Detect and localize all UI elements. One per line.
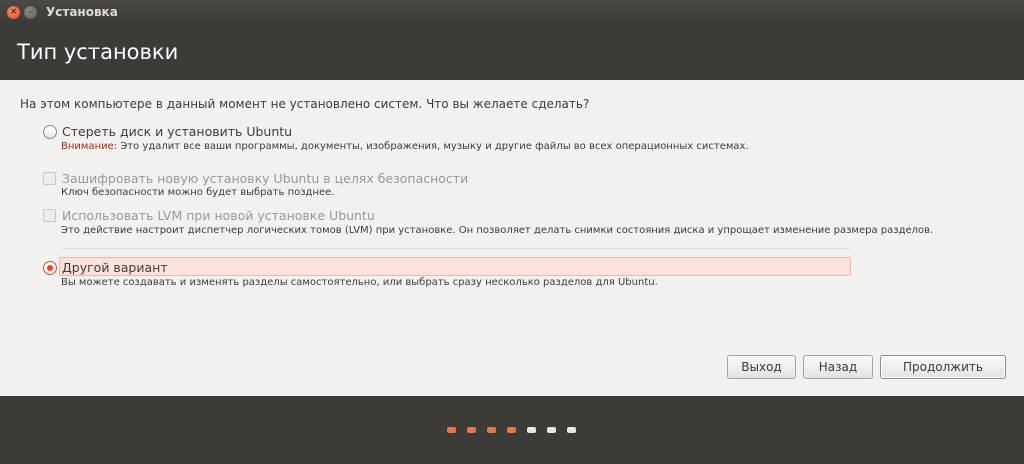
progress-dot	[547, 427, 556, 433]
lvm-label: Использовать LVM при новой установке Ubu…	[62, 208, 375, 223]
window-title: Установка	[46, 5, 118, 19]
erase-disk-description: Внимание: Это удалит все ваши программы,…	[61, 141, 749, 152]
something-else-description: Вы можете создавать и изменять разделы с…	[61, 277, 658, 288]
progress-dot	[507, 427, 516, 433]
progress-dot	[467, 427, 476, 433]
window-titlebar: × – Установка	[0, 0, 1024, 25]
warning-text: Это удалит все ваши программы, документы…	[117, 141, 749, 152]
option-lvm: Использовать LVM при новой установке Ubu…	[43, 208, 375, 223]
option-something-else[interactable]: Другой вариант	[43, 260, 168, 275]
erase-disk-label[interactable]: Стереть диск и установить Ubuntu	[62, 124, 292, 139]
main-content: На этом компьютере в данный момент не ус…	[0, 80, 1024, 396]
back-button[interactable]: Назад	[803, 355, 873, 379]
progress-dot	[447, 427, 456, 433]
something-else-radio[interactable]	[43, 260, 57, 275]
divider	[61, 248, 851, 249]
install-question: На этом компьютере в данный момент не ус…	[20, 97, 590, 111]
encrypt-checkbox	[43, 172, 56, 185]
encrypt-description: Ключ безопасности можно будет выбрать по…	[61, 187, 335, 198]
progress-dot	[487, 427, 496, 433]
minimize-icon[interactable]: –	[24, 6, 37, 19]
page-title: Тип установки	[17, 40, 179, 64]
lvm-checkbox	[43, 209, 56, 222]
close-icon[interactable]: ×	[7, 6, 20, 19]
progress-dots	[447, 427, 576, 433]
option-encrypt: Зашифровать новую установку Ubuntu в цел…	[43, 171, 468, 186]
option-erase-disk[interactable]: Стереть диск и установить Ubuntu	[43, 124, 292, 139]
warning-label: Внимание:	[61, 141, 118, 152]
continue-button[interactable]: Продолжить	[880, 355, 1006, 379]
something-else-label[interactable]: Другой вариант	[62, 260, 168, 275]
erase-disk-radio[interactable]	[43, 124, 57, 139]
lvm-description: Это действие настроит диспетчер логическ…	[61, 225, 934, 236]
encrypt-label: Зашифровать новую установку Ubuntu в цел…	[62, 171, 469, 186]
quit-button[interactable]: Выход	[727, 355, 796, 379]
selected-option-highlight	[59, 257, 851, 276]
progress-dot	[527, 427, 536, 433]
progress-footer	[0, 396, 1024, 464]
progress-dot	[567, 427, 576, 433]
page-header: Тип установки	[0, 25, 1024, 80]
